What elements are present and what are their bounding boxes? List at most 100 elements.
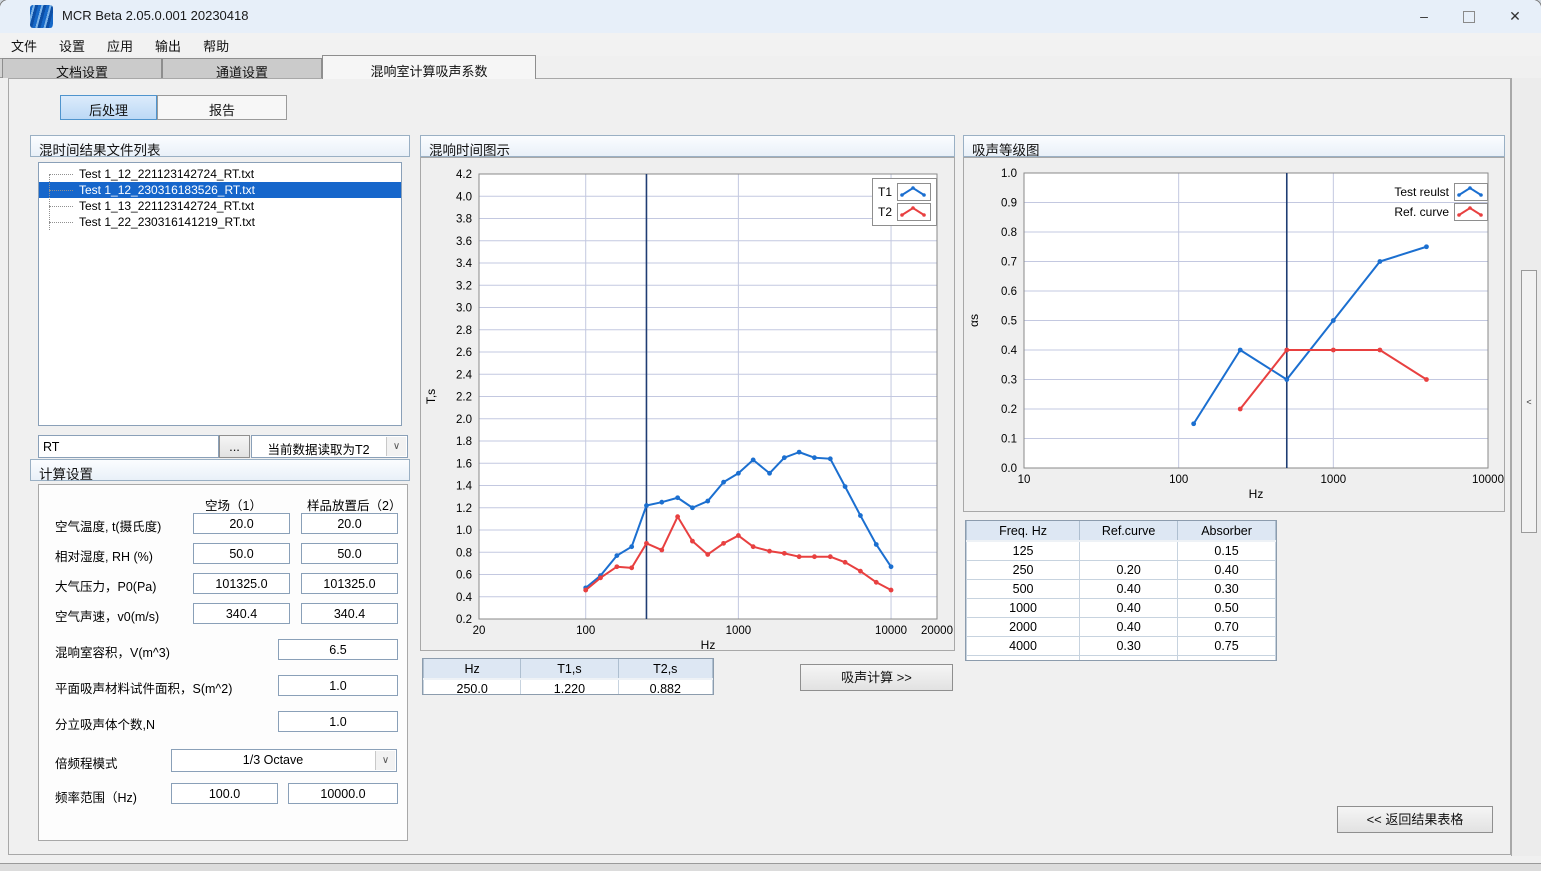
table-row[interactable]: 1250.15 bbox=[967, 541, 1276, 561]
svg-text:100: 100 bbox=[576, 625, 595, 637]
calc-input-1[interactable] bbox=[193, 543, 290, 564]
legend-curve-icon bbox=[897, 183, 931, 201]
svg-text:10000: 10000 bbox=[1472, 474, 1504, 486]
svg-text:1.0: 1.0 bbox=[456, 525, 472, 537]
svg-text:0.6: 0.6 bbox=[1001, 286, 1017, 298]
menu-item-4[interactable]: 帮助 bbox=[192, 33, 240, 55]
menu-bar: 文件设置应用输出帮助 bbox=[0, 33, 1541, 56]
reverberation-time-chart[interactable]: 0.20.40.60.81.01.21.41.61.82.02.22.42.62… bbox=[421, 158, 956, 652]
menu-item-1[interactable]: 设置 bbox=[48, 33, 96, 55]
calc-row-label: 分立吸声体个数,N bbox=[55, 714, 155, 733]
table-row[interactable]: 10000.400.50 bbox=[967, 599, 1276, 618]
table-cell bbox=[1178, 656, 1276, 662]
calc-input-2[interactable] bbox=[301, 603, 398, 624]
svg-text:0.7: 0.7 bbox=[1001, 257, 1017, 269]
calc-input-1[interactable] bbox=[193, 513, 290, 534]
svg-text:1000: 1000 bbox=[1321, 474, 1347, 486]
octave-mode-label: 倍频程模式 bbox=[55, 753, 118, 772]
data-read-dropdown[interactable]: 当前数据读取为T2 ∨ bbox=[251, 435, 408, 458]
column-header: Freq. Hz bbox=[967, 521, 1080, 541]
calc-input-1[interactable] bbox=[193, 603, 290, 624]
tab-1[interactable]: 通道设置 bbox=[162, 58, 322, 78]
panel-collapse-handle[interactable]: < bbox=[1521, 270, 1537, 533]
table-row[interactable] bbox=[967, 656, 1276, 662]
rating-chart-panel: 0.00.10.20.30.40.50.60.70.80.91.01010010… bbox=[963, 157, 1505, 512]
table-cell bbox=[1080, 541, 1178, 561]
calc-input[interactable] bbox=[278, 639, 398, 660]
svg-text:2.4: 2.4 bbox=[456, 369, 473, 381]
table-row[interactable]: 40000.300.75 bbox=[967, 637, 1276, 656]
close-button[interactable]: ✕ bbox=[1492, 0, 1538, 32]
calc-input[interactable] bbox=[278, 675, 398, 696]
table-cell: 0.15 bbox=[1178, 541, 1276, 561]
return-results-button[interactable]: << 返回结果表格 bbox=[1337, 806, 1493, 833]
table-cell: 0.882 bbox=[618, 679, 712, 695]
tree-branch-icon bbox=[49, 174, 73, 175]
browse-button[interactable]: ... bbox=[219, 435, 250, 458]
column-header: T2,s bbox=[618, 659, 712, 679]
file-name: Test 1_12_221123142724_RT.txt bbox=[79, 166, 254, 182]
data-read-dropdown-value: 当前数据读取为T2 bbox=[252, 439, 385, 458]
maximize-icon bbox=[1463, 11, 1475, 23]
tree-connector bbox=[49, 174, 50, 230]
svg-text:3.6: 3.6 bbox=[456, 236, 472, 248]
menu-item-2[interactable]: 应用 bbox=[96, 33, 144, 55]
menu-item-0[interactable]: 文件 bbox=[0, 33, 48, 55]
svg-text:0.1: 0.1 bbox=[1001, 434, 1017, 446]
list-item[interactable]: Test 1_12_230316183526_RT.txt bbox=[39, 182, 401, 198]
svg-text:0.4: 0.4 bbox=[1001, 345, 1018, 357]
freq-max-input[interactable] bbox=[288, 783, 398, 804]
tree-branch-icon bbox=[49, 190, 73, 191]
file-name: Test 1_22_230316141219_RT.txt bbox=[79, 214, 255, 230]
maximize-button[interactable] bbox=[1446, 0, 1492, 32]
table-row[interactable]: 20000.400.70 bbox=[967, 618, 1276, 637]
svg-text:1.0: 1.0 bbox=[1001, 168, 1017, 180]
minimize-button[interactable]: – bbox=[1401, 0, 1447, 32]
list-item[interactable]: Test 1_22_230316141219_RT.txt bbox=[39, 214, 401, 230]
table-cell: 500 bbox=[967, 580, 1080, 599]
subtab-0[interactable]: 后处理 bbox=[60, 95, 157, 120]
svg-text:0.6: 0.6 bbox=[456, 570, 472, 582]
table-row[interactable]: 2500.200.40 bbox=[967, 561, 1276, 580]
calc-input[interactable] bbox=[278, 711, 398, 732]
menu-item-3[interactable]: 输出 bbox=[144, 33, 192, 55]
list-item[interactable]: Test 1_13_221123142724_RT.txt bbox=[39, 198, 401, 214]
list-item[interactable]: Test 1_12_221123142724_RT.txt bbox=[39, 166, 401, 182]
column-header: Absorber bbox=[1178, 521, 1276, 541]
window-title: MCR Beta 2.05.0.001 20230418 bbox=[62, 8, 248, 23]
freq-min-input[interactable] bbox=[171, 783, 278, 804]
svg-text:1.2: 1.2 bbox=[456, 503, 472, 515]
table-cell: 0.50 bbox=[1178, 599, 1276, 618]
calc-row-label: 空气温度, t(摄氏度) bbox=[55, 516, 161, 535]
tab-0[interactable]: 文档设置 bbox=[2, 58, 162, 78]
calc-row-label: 空气声速，v0(m/s) bbox=[55, 606, 159, 625]
svg-text:20: 20 bbox=[473, 625, 486, 637]
absorb-calc-button[interactable]: 吸声计算 >> bbox=[800, 664, 953, 691]
rt-chart-caption: 混响时间图示 bbox=[420, 135, 955, 157]
file-name: Test 1_12_230316183526_RT.txt bbox=[79, 182, 255, 198]
svg-text:3.4: 3.4 bbox=[456, 258, 473, 270]
tab-2[interactable]: 混响室计算吸声系数 bbox=[322, 55, 536, 79]
subtab-1[interactable]: 报告 bbox=[157, 95, 287, 120]
calc-input-2[interactable] bbox=[301, 573, 398, 594]
title-bar: MCR Beta 2.05.0.001 20230418 – ✕ bbox=[0, 0, 1541, 33]
svg-text:10000: 10000 bbox=[875, 625, 907, 637]
svg-text:4.0: 4.0 bbox=[456, 191, 472, 203]
table-row[interactable]: 5000.400.30 bbox=[967, 580, 1276, 599]
rt-name-input[interactable] bbox=[38, 435, 219, 458]
table-row[interactable]: 250.01.2200.882 bbox=[424, 679, 713, 695]
calc-input-1[interactable] bbox=[193, 573, 290, 594]
calc-row-label: 混响室容积，V(m^3) bbox=[55, 642, 170, 661]
legend-label: Test reulst bbox=[1394, 185, 1449, 199]
svg-text:2.6: 2.6 bbox=[456, 347, 472, 359]
svg-text:1000: 1000 bbox=[726, 625, 752, 637]
result-file-list[interactable]: Test 1_12_221123142724_RT.txtTest 1_12_2… bbox=[38, 162, 402, 426]
app-icon bbox=[30, 5, 53, 28]
svg-text:0.3: 0.3 bbox=[1001, 375, 1017, 387]
octave-mode-dropdown[interactable]: 1/3 Octave∨ bbox=[171, 749, 397, 772]
calc-row-label: 大气压力，P0(Pa) bbox=[55, 576, 156, 595]
calc-input-2[interactable] bbox=[301, 543, 398, 564]
calc-input-2[interactable] bbox=[301, 513, 398, 534]
table-cell: 0.30 bbox=[1080, 637, 1178, 656]
table-cell: 2000 bbox=[967, 618, 1080, 637]
